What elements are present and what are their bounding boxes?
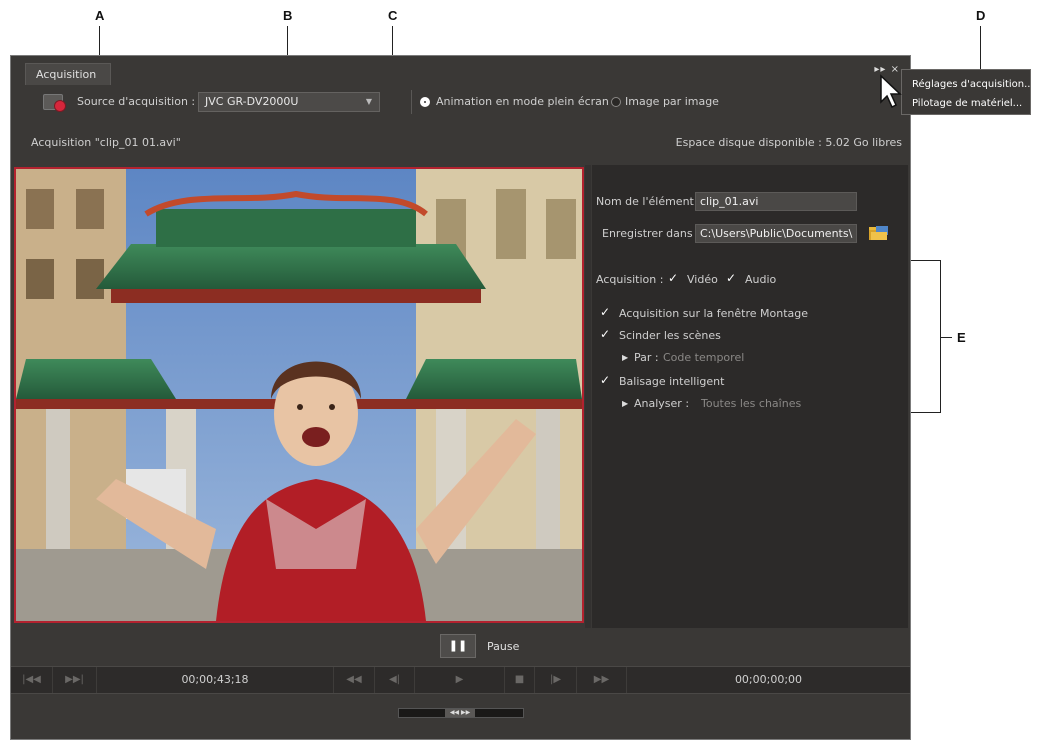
menu-item-device-control[interactable]: Pilotage de matériel... <box>902 94 1030 113</box>
go-to-end-icon[interactable]: ▶▶| <box>53 667 97 693</box>
video-label[interactable]: Vidéo <box>687 273 718 286</box>
smart-tagging-label[interactable]: Balisage intelligent <box>619 375 724 388</box>
shuttle-handle[interactable]: ◀◀ ▶▶ <box>445 709 475 717</box>
split-by-label: Par : <box>634 351 659 364</box>
capture-window: Acquisition ▸▸ × Source d'acquisition : … <box>10 55 911 740</box>
preview-image <box>16 169 582 621</box>
disk-space-status: Espace disque disponible : 5.02 Go libre… <box>675 136 902 149</box>
end-timecode: 00;00;00;00 <box>734 673 803 686</box>
callout-e-bracket-tick <box>940 337 952 338</box>
callout-b: B <box>283 8 293 23</box>
disclosure-triangle-icon[interactable]: ▶ <box>622 399 628 408</box>
panel-splitter[interactable] <box>585 165 591 628</box>
pause-icon: ❚❚ <box>448 639 468 652</box>
menu-item-capture-settings[interactable]: Réglages d'acquisition... <box>902 75 1034 94</box>
transport-bar: |◀◀ ▶▶| 00;00;43;18 ◀◀ ◀| ▶ ■ |▶ ▶▶ 00;0… <box>11 666 910 694</box>
analyze-value[interactable]: Toutes les chaînes <box>701 397 801 410</box>
fast-forward-icon[interactable]: ▶▶ <box>577 667 627 693</box>
callout-d-line <box>980 26 981 74</box>
save-in-field[interactable]: C:\Users\Public\Documents\ <box>695 224 857 243</box>
capture-source-dropdown[interactable]: JVC GR-DV2000U ▼ <box>198 92 380 112</box>
audio-label[interactable]: Audio <box>745 273 776 286</box>
capture-source-label: Source d'acquisition : <box>77 95 196 108</box>
callout-a: A <box>95 8 105 23</box>
capture-device-icon[interactable] <box>43 94 66 112</box>
callout-e: E <box>957 330 966 345</box>
timeline-capture-label[interactable]: Acquisition sur la fenêtre Montage <box>619 307 808 320</box>
step-forward-icon[interactable]: |▶ <box>535 667 577 693</box>
video-preview <box>14 167 584 623</box>
callout-c: C <box>388 8 398 23</box>
rewind-icon[interactable]: ◀◀ <box>333 667 375 693</box>
video-checkbox[interactable]: ✓ <box>668 271 678 285</box>
capture-type-label: Acquisition : <box>596 273 664 286</box>
go-to-start-icon[interactable]: |◀◀ <box>11 667 53 693</box>
disclosure-triangle-icon[interactable]: ▶ <box>622 353 628 362</box>
pause-button[interactable]: ❚❚ <box>440 634 476 658</box>
capture-status: Acquisition "clip_01 01.avi" <box>31 136 181 149</box>
tab-acquisition[interactable]: Acquisition <box>25 63 111 85</box>
clip-name-label: Nom de l'élément : <box>596 195 702 208</box>
transport-controls: ❚❚ Pause |◀◀ ▶▶| 00;00;43;18 ◀◀ ◀| ▶ ■ |… <box>11 628 910 739</box>
pause-label: Pause <box>487 640 520 653</box>
browse-folder-icon[interactable] <box>868 224 890 242</box>
frame-mode-label[interactable]: Image par image <box>625 95 719 108</box>
toolbar-divider <box>411 90 412 114</box>
radio-fullscreen-mode[interactable] <box>420 97 430 107</box>
fullscreen-mode-label[interactable]: Animation en mode plein écran <box>436 95 609 108</box>
current-timecode: 00;00;43;18 <box>181 673 249 686</box>
capture-settings-panel: Nom de l'élément : clip_01.avi Enregistr… <box>592 165 908 628</box>
clip-name-field[interactable]: clip_01.avi <box>695 192 857 211</box>
capture-source-value: JVC GR-DV2000U <box>205 95 299 108</box>
play-icon[interactable]: ▶ <box>415 667 505 693</box>
save-in-label: Enregistrer dans : <box>602 227 700 240</box>
split-scenes-label[interactable]: Scinder les scènes <box>619 329 721 342</box>
chevron-down-icon: ▼ <box>365 97 372 106</box>
timeline-checkbox[interactable]: ✓ <box>600 305 610 319</box>
step-back-icon[interactable]: ◀| <box>375 667 415 693</box>
smart-tagging-checkbox[interactable]: ✓ <box>600 373 610 387</box>
callout-d: D <box>976 8 986 23</box>
analyze-label: Analyser : <box>634 397 690 410</box>
radio-frame-mode[interactable] <box>611 97 621 107</box>
split-by-value[interactable]: Code temporel <box>663 351 744 364</box>
split-scenes-checkbox[interactable]: ✓ <box>600 327 610 341</box>
shuttle-slider[interactable]: ◀◀ ▶▶ <box>398 708 524 718</box>
panel-menu: Réglages d'acquisition... Pilotage de ma… <box>901 69 1034 115</box>
capture-toolbar: Source d'acquisition : JVC GR-DV2000U ▼ … <box>11 84 910 120</box>
stop-icon[interactable]: ■ <box>505 667 535 693</box>
mouse-pointer-icon <box>880 74 902 109</box>
audio-checkbox[interactable]: ✓ <box>726 271 736 285</box>
